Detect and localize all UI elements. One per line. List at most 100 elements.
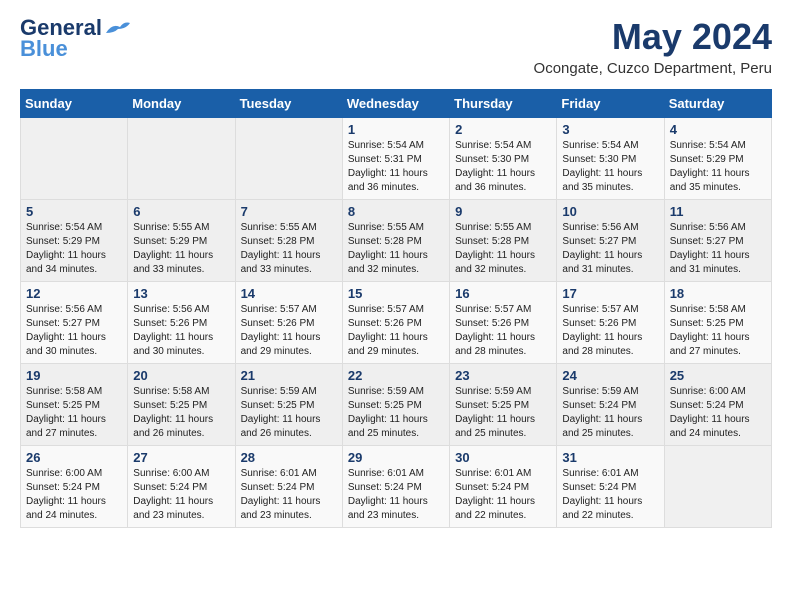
- calendar-cell: 19 Sunrise: 5:58 AM Sunset: 5:25 PM Dayli…: [21, 364, 128, 446]
- calendar-cell: 23 Sunrise: 5:59 AM Sunset: 5:25 PM Dayli…: [450, 364, 557, 446]
- calendar-cell: 25 Sunrise: 6:00 AM Sunset: 5:24 PM Dayli…: [664, 364, 771, 446]
- header: General Blue May 2024 Ocongate, Cuzco De…: [20, 16, 772, 77]
- calendar-cell: 28 Sunrise: 6:01 AM Sunset: 5:24 PM Dayli…: [235, 446, 342, 528]
- calendar-cell: 13 Sunrise: 5:56 AM Sunset: 5:26 PM Dayli…: [128, 282, 235, 364]
- calendar-week-row: 19 Sunrise: 5:58 AM Sunset: 5:25 PM Dayli…: [21, 364, 772, 446]
- calendar-cell: 29 Sunrise: 6:01 AM Sunset: 5:24 PM Dayli…: [342, 446, 449, 528]
- day-number: 2: [455, 122, 551, 137]
- calendar-cell: 20Sunrise: 5:58 AM Sunset: 5:25 PM Dayli…: [128, 364, 235, 446]
- logo-bird-icon: [104, 19, 132, 39]
- calendar-cell: 16Sunrise: 5:57 AM Sunset: 5:26 PM Dayli…: [450, 282, 557, 364]
- day-number: 30: [455, 450, 551, 465]
- cell-info: Sunrise: 5:55 AM Sunset: 5:29 PM Dayligh…: [133, 221, 229, 277]
- page: General Blue May 2024 Ocongate, Cuzco De…: [0, 0, 792, 544]
- cell-info: Sunrise: 6:01 AM Sunset: 5:24 PM Dayligh…: [348, 467, 444, 523]
- calendar-cell: 31 Sunrise: 6:01 AM Sunset: 5:24 PM Dayli…: [557, 446, 664, 528]
- calendar-cell: 2 Sunrise: 5:54 AM Sunset: 5:30 PM Daylig…: [450, 118, 557, 200]
- calendar-cell: 24 Sunrise: 5:59 AM Sunset: 5:24 PM Dayli…: [557, 364, 664, 446]
- cell-info: Sunrise: 5:57 AM Sunset: 5:26 PM Dayligh…: [562, 303, 658, 359]
- cell-info: Sunrise: 5:59 AM Sunset: 5:25 PM Dayligh…: [455, 385, 551, 441]
- calendar-cell: 15 Sunrise: 5:57 AM Sunset: 5:26 PM Dayli…: [342, 282, 449, 364]
- day-number: 20: [133, 368, 229, 383]
- day-number: 1: [348, 122, 444, 137]
- calendar-cell: 9Sunrise: 5:55 AM Sunset: 5:28 PM Daylig…: [450, 200, 557, 282]
- day-number: 22: [348, 368, 444, 383]
- day-number: 16: [455, 286, 551, 301]
- calendar-week-row: 5 Sunrise: 5:54 AM Sunset: 5:29 PM Daylig…: [21, 200, 772, 282]
- calendar-cell: [235, 118, 342, 200]
- day-number: 7: [241, 204, 337, 219]
- cell-info: Sunrise: 6:01 AM Sunset: 5:24 PM Dayligh…: [562, 467, 658, 523]
- day-number: 4: [670, 122, 766, 137]
- calendar-cell: 11Sunrise: 5:56 AM Sunset: 5:27 PM Dayli…: [664, 200, 771, 282]
- calendar-header-row: SundayMondayTuesdayWednesdayThursdayFrid…: [21, 90, 772, 118]
- day-number: 27: [133, 450, 229, 465]
- day-number: 23: [455, 368, 551, 383]
- calendar-cell: 17 Sunrise: 5:57 AM Sunset: 5:26 PM Dayli…: [557, 282, 664, 364]
- cell-info: Sunrise: 5:56 AM Sunset: 5:26 PM Dayligh…: [133, 303, 229, 359]
- month-year: May 2024: [534, 16, 772, 58]
- calendar-cell: 21 Sunrise: 5:59 AM Sunset: 5:25 PM Dayli…: [235, 364, 342, 446]
- calendar-week-row: 1 Sunrise: 5:54 AM Sunset: 5:31 PM Daylig…: [21, 118, 772, 200]
- calendar-cell: 5 Sunrise: 5:54 AM Sunset: 5:29 PM Daylig…: [21, 200, 128, 282]
- cell-info: Sunrise: 5:59 AM Sunset: 5:24 PM Dayligh…: [562, 385, 658, 441]
- day-number: 10: [562, 204, 658, 219]
- day-number: 25: [670, 368, 766, 383]
- calendar-day-header: Friday: [557, 90, 664, 118]
- day-number: 13: [133, 286, 229, 301]
- calendar-cell: 30 Sunrise: 6:01 AM Sunset: 5:24 PM Dayli…: [450, 446, 557, 528]
- calendar-cell: 1 Sunrise: 5:54 AM Sunset: 5:31 PM Daylig…: [342, 118, 449, 200]
- day-number: 12: [26, 286, 122, 301]
- calendar-cell: [664, 446, 771, 528]
- cell-info: Sunrise: 5:55 AM Sunset: 5:28 PM Dayligh…: [241, 221, 337, 277]
- calendar-cell: 7 Sunrise: 5:55 AM Sunset: 5:28 PM Daylig…: [235, 200, 342, 282]
- calendar-cell: 22Sunrise: 5:59 AM Sunset: 5:25 PM Dayli…: [342, 364, 449, 446]
- cell-info: Sunrise: 5:54 AM Sunset: 5:30 PM Dayligh…: [455, 139, 551, 195]
- title-block: May 2024 Ocongate, Cuzco Department, Per…: [534, 16, 772, 77]
- cell-info: Sunrise: 5:57 AM Sunset: 5:26 PM Dayligh…: [241, 303, 337, 359]
- calendar-cell: [21, 118, 128, 200]
- cell-info: Sunrise: 6:00 AM Sunset: 5:24 PM Dayligh…: [670, 385, 766, 441]
- cell-info: Sunrise: 5:58 AM Sunset: 5:25 PM Dayligh…: [26, 385, 122, 441]
- calendar-cell: 3Sunrise: 5:54 AM Sunset: 5:30 PM Daylig…: [557, 118, 664, 200]
- calendar-day-header: Tuesday: [235, 90, 342, 118]
- day-number: 31: [562, 450, 658, 465]
- location: Ocongate, Cuzco Department, Peru: [534, 60, 772, 77]
- cell-info: Sunrise: 5:55 AM Sunset: 5:28 PM Dayligh…: [455, 221, 551, 277]
- cell-info: Sunrise: 6:01 AM Sunset: 5:24 PM Dayligh…: [241, 467, 337, 523]
- calendar-cell: 27 Sunrise: 6:00 AM Sunset: 5:24 PM Dayli…: [128, 446, 235, 528]
- cell-info: Sunrise: 5:59 AM Sunset: 5:25 PM Dayligh…: [241, 385, 337, 441]
- day-number: 29: [348, 450, 444, 465]
- calendar-cell: 18Sunrise: 5:58 AM Sunset: 5:25 PM Dayli…: [664, 282, 771, 364]
- day-number: 19: [26, 368, 122, 383]
- calendar-day-header: Monday: [128, 90, 235, 118]
- logo-blue: Blue: [20, 36, 68, 62]
- day-number: 21: [241, 368, 337, 383]
- day-number: 14: [241, 286, 337, 301]
- calendar-week-row: 26Sunrise: 6:00 AM Sunset: 5:24 PM Dayli…: [21, 446, 772, 528]
- cell-info: Sunrise: 6:01 AM Sunset: 5:24 PM Dayligh…: [455, 467, 551, 523]
- calendar-cell: 10 Sunrise: 5:56 AM Sunset: 5:27 PM Dayli…: [557, 200, 664, 282]
- calendar-day-header: Wednesday: [342, 90, 449, 118]
- cell-info: Sunrise: 5:56 AM Sunset: 5:27 PM Dayligh…: [562, 221, 658, 277]
- cell-info: Sunrise: 6:00 AM Sunset: 5:24 PM Dayligh…: [133, 467, 229, 523]
- day-number: 11: [670, 204, 766, 219]
- cell-info: Sunrise: 5:54 AM Sunset: 5:31 PM Dayligh…: [348, 139, 444, 195]
- cell-info: Sunrise: 6:00 AM Sunset: 5:24 PM Dayligh…: [26, 467, 122, 523]
- logo: General Blue: [20, 16, 132, 62]
- calendar-day-header: Thursday: [450, 90, 557, 118]
- day-number: 15: [348, 286, 444, 301]
- calendar-day-header: Saturday: [664, 90, 771, 118]
- day-number: 6: [133, 204, 229, 219]
- day-number: 24: [562, 368, 658, 383]
- cell-info: Sunrise: 5:57 AM Sunset: 5:26 PM Dayligh…: [348, 303, 444, 359]
- cell-info: Sunrise: 5:55 AM Sunset: 5:28 PM Dayligh…: [348, 221, 444, 277]
- calendar-cell: 26Sunrise: 6:00 AM Sunset: 5:24 PM Dayli…: [21, 446, 128, 528]
- calendar-cell: 8Sunrise: 5:55 AM Sunset: 5:28 PM Daylig…: [342, 200, 449, 282]
- day-number: 5: [26, 204, 122, 219]
- day-number: 28: [241, 450, 337, 465]
- calendar-cell: 14 Sunrise: 5:57 AM Sunset: 5:26 PM Dayli…: [235, 282, 342, 364]
- calendar-cell: [128, 118, 235, 200]
- cell-info: Sunrise: 5:54 AM Sunset: 5:29 PM Dayligh…: [26, 221, 122, 277]
- day-number: 17: [562, 286, 658, 301]
